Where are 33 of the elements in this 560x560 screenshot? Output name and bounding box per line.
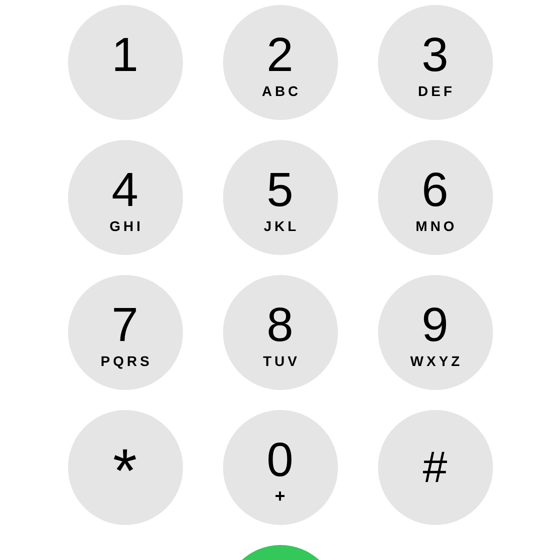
dial-key[interactable]: *: [68, 410, 182, 525]
key-digit: 2: [266, 30, 294, 80]
key-digit: 7: [112, 300, 138, 350]
dial-key[interactable]: 2 ABC: [222, 5, 338, 120]
dial-key[interactable]: #: [378, 410, 492, 525]
key-letters: TUV: [263, 352, 300, 368]
dial-key[interactable]: 7 PQRS: [68, 275, 182, 390]
key-letters: MNO: [416, 218, 458, 234]
dial-key[interactable]: 9 WXYZ: [378, 275, 492, 390]
key-digit: 3: [422, 30, 448, 80]
key-letters: GHI: [110, 218, 144, 234]
dial-key[interactable]: 1: [68, 5, 182, 120]
key-digit: 8: [266, 300, 294, 350]
key-letters: JKL: [264, 218, 300, 234]
key-digit: 6: [422, 166, 448, 216]
dial-key[interactable]: 6 MNO: [378, 140, 492, 255]
dial-key[interactable]: 4 GHI: [68, 140, 182, 255]
dial-key[interactable]: 0 +: [222, 410, 338, 525]
key-letters: +: [274, 488, 288, 504]
key-letters: PQRS: [100, 352, 152, 368]
dial-key[interactable]: 8 TUV: [222, 275, 338, 390]
key-letters: ABC: [262, 82, 302, 98]
key-letters: WXYZ: [410, 352, 463, 368]
key-digit: *: [112, 436, 138, 496]
key-digit: 1: [112, 30, 138, 80]
key-letters: DEF: [418, 82, 455, 98]
dial-key[interactable]: 3 DEF: [378, 5, 492, 120]
dial-key[interactable]: 5 JKL: [222, 140, 338, 255]
key-digit: 9: [422, 300, 448, 350]
key-digit: 5: [266, 166, 294, 216]
key-digit: 4: [112, 166, 138, 216]
key-digit: 0: [266, 436, 294, 486]
key-digit: #: [422, 442, 448, 492]
